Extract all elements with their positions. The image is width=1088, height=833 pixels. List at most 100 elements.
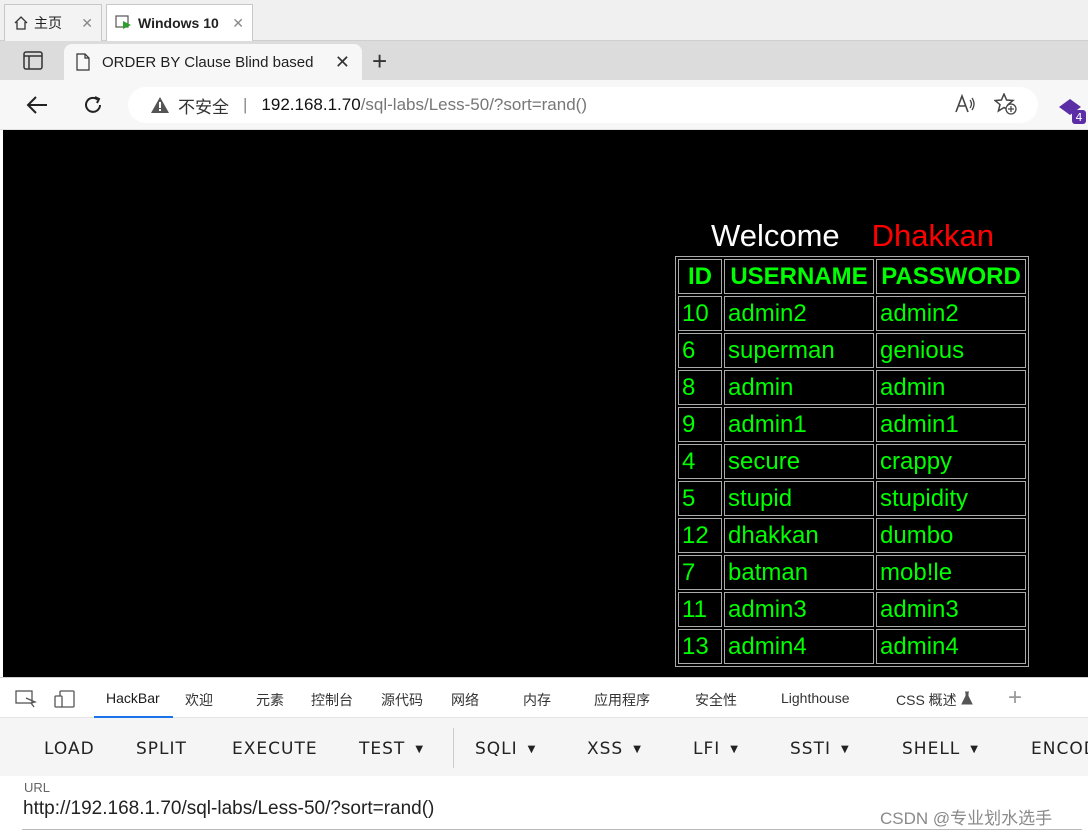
- lfi-dropdown[interactable]: LFI ▼: [693, 739, 739, 759]
- read-aloud-icon[interactable]: [954, 94, 976, 114]
- page-content: Welcome Dhakkan ID USERNAME PASSWORD 10 ad…: [3, 130, 1088, 677]
- cell-password: admin2: [876, 296, 1026, 331]
- close-icon[interactable]: ✕: [81, 15, 93, 32]
- xss-dropdown[interactable]: XSS ▼: [587, 739, 642, 759]
- add-favorite-icon[interactable]: [994, 93, 1018, 115]
- address-bar[interactable]: 不安全 | 192.168.1.70/sql-labs/Less-50/?sor…: [128, 87, 1038, 123]
- security-warning[interactable]: 不安全: [178, 93, 229, 118]
- tab-sources[interactable]: 源代码: [381, 690, 423, 710]
- encode-dropdown[interactable]: ENCOD: [1031, 739, 1088, 759]
- sqli-label: SQLI: [475, 739, 518, 759]
- ssti-label: SSTI: [790, 739, 831, 759]
- table-row: 5 stupid stupidity: [678, 481, 1026, 516]
- browser-tab-strip: ORDER BY Clause Blind based ✕ +: [0, 41, 1088, 80]
- cell-password: admin1: [876, 407, 1026, 442]
- vm-tab-windows10[interactable]: Windows 10 ✕: [106, 4, 253, 41]
- tab-welcome[interactable]: 欢迎: [185, 690, 213, 710]
- table-row: 13 admin4 admin4: [678, 629, 1026, 664]
- cell-password: stupidity: [876, 481, 1026, 516]
- browser-tab[interactable]: ORDER BY Clause Blind based ✕: [64, 44, 362, 80]
- address-actions: [954, 93, 1018, 115]
- url-field-label: URL: [24, 780, 51, 795]
- cell-password: admin: [876, 370, 1026, 405]
- divider: |: [243, 95, 248, 114]
- table-row: 10 admin2 admin2: [678, 296, 1026, 331]
- shell-dropdown[interactable]: SHELL ▼: [902, 739, 979, 759]
- xss-label: XSS: [587, 739, 624, 759]
- caret-down-icon: ▼: [730, 743, 739, 755]
- tab-application[interactable]: 应用程序: [594, 690, 650, 710]
- home-icon: [14, 16, 28, 30]
- back-button[interactable]: [22, 90, 52, 120]
- watermark: CSDN @专业划水选手: [880, 809, 1053, 828]
- cell-password: admin3: [876, 592, 1026, 627]
- divider: [453, 728, 454, 768]
- header-id: ID: [678, 259, 722, 294]
- caret-down-icon: ▼: [415, 743, 425, 755]
- url-path: /sql-labs/Less-50/?sort=rand(): [360, 95, 587, 114]
- vm-tab-strip: 主页 ✕ Windows 10 ✕: [0, 0, 1088, 41]
- tab-lighthouse[interactable]: Lighthouse: [781, 690, 850, 706]
- cell-username: dhakkan: [724, 518, 874, 553]
- vm-icon: [115, 15, 131, 29]
- tab-elements[interactable]: 元素: [256, 690, 284, 710]
- cell-username: batman: [724, 555, 874, 590]
- tab-security[interactable]: 安全性: [695, 690, 737, 710]
- load-button[interactable]: LOAD: [44, 739, 95, 759]
- tab-actions-icon[interactable]: [18, 50, 48, 72]
- cell-username: superman: [724, 333, 874, 368]
- sqli-dropdown[interactable]: SQLI ▼: [475, 739, 536, 759]
- refresh-button[interactable]: [78, 90, 108, 120]
- cell-id: 8: [678, 370, 722, 405]
- caret-down-icon: ▼: [970, 743, 979, 755]
- table-row: 11 admin3 admin3: [678, 592, 1026, 627]
- new-tab-button[interactable]: +: [372, 48, 387, 74]
- cell-password: mob!le: [876, 555, 1026, 590]
- table-row: 4 secure crappy: [678, 444, 1026, 479]
- cell-username: secure: [724, 444, 874, 479]
- ssti-dropdown[interactable]: SSTI ▼: [790, 739, 850, 759]
- cell-username: stupid: [724, 481, 874, 516]
- cell-id: 4: [678, 444, 722, 479]
- more-tabs-plus-icon[interactable]: +: [1008, 684, 1022, 712]
- tab-console[interactable]: 控制台: [311, 690, 353, 710]
- lfi-label: LFI: [693, 739, 721, 759]
- devtools-tab-bar: HackBar 欢迎 元素 控制台 源代码 网络 内存 应用程序 安全性 Lig…: [0, 677, 1088, 718]
- flask-icon: [961, 691, 973, 705]
- tab-hackbar[interactable]: HackBar: [106, 690, 160, 706]
- url-input[interactable]: http://192.168.1.70/sql-labs/Less-50/?so…: [23, 798, 434, 820]
- split-button[interactable]: SPLIT: [136, 739, 187, 759]
- url-host: 192.168.1.70: [261, 95, 361, 114]
- header-password: PASSWORD: [876, 259, 1026, 294]
- arrow-left-icon: [26, 96, 47, 114]
- inspect-element-icon[interactable]: [15, 690, 37, 708]
- vm-tab-label: Windows 10: [138, 15, 219, 31]
- tab-css-overview[interactable]: CSS 概述: [896, 690, 957, 710]
- document-icon: [76, 53, 90, 71]
- table-header-row: ID USERNAME PASSWORD: [678, 259, 1026, 294]
- cell-id: 13: [678, 629, 722, 664]
- close-icon[interactable]: ✕: [232, 15, 244, 32]
- cell-password: admin4: [876, 629, 1026, 664]
- test-dropdown[interactable]: TEST ▼: [359, 739, 424, 759]
- close-tab-icon[interactable]: ✕: [335, 52, 350, 73]
- table-row: 12 dhakkan dumbo: [678, 518, 1026, 553]
- table-row: 6 superman genious: [678, 333, 1026, 368]
- table-row: 7 batman mob!le: [678, 555, 1026, 590]
- extension-icon: 4: [1059, 99, 1086, 124]
- welcome-heading: Welcome Dhakkan: [711, 218, 994, 254]
- hackbar-toolbar: LOAD SPLIT EXECUTE TEST ▼ SQLI ▼ XSS ▼ LFI ▼…: [0, 718, 1088, 776]
- device-emulation-icon[interactable]: [54, 690, 76, 708]
- welcome-text: Welcome: [711, 218, 840, 253]
- header-username: USERNAME: [724, 259, 874, 294]
- extension-badge: 4: [1076, 111, 1083, 124]
- extension-button[interactable]: 4: [1056, 95, 1088, 127]
- vm-tab-home[interactable]: 主页 ✕: [4, 4, 102, 41]
- cell-username: admin4: [724, 629, 874, 664]
- vm-tab-label: 主页: [34, 15, 62, 31]
- tab-network[interactable]: 网络: [451, 690, 479, 710]
- execute-button[interactable]: EXECUTE: [232, 739, 318, 759]
- tab-memory[interactable]: 内存: [523, 690, 551, 710]
- cell-username: admin2: [724, 296, 874, 331]
- cell-id: 6: [678, 333, 722, 368]
